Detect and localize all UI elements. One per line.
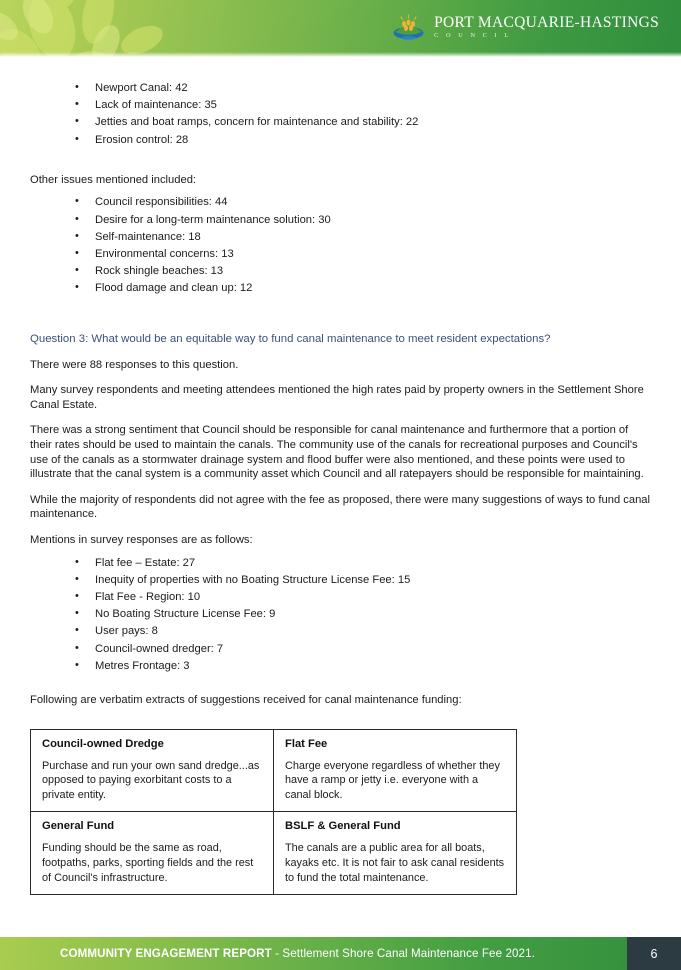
- verbatim-extracts-table: Council-owned Dredge Purchase and run yo…: [30, 728, 517, 896]
- council-crest-icon: [393, 14, 424, 40]
- verbatim-intro: Following are verbatim extracts of sugge…: [30, 693, 462, 706]
- top-bullet-list: Newport Canal: 42 Lack of maintenance: 3…: [30, 79, 651, 149]
- table-row: General Fund Funding should be the same …: [30, 811, 517, 896]
- logo-subtitle: C O U N C I L: [434, 32, 512, 40]
- list-item: Inequity of properties with no Boating S…: [75, 571, 651, 589]
- cell-body: Funding should be the same as road, foot…: [42, 842, 254, 884]
- page-number: 6: [627, 937, 681, 970]
- table-row: Council-owned Dredge Purchase and run yo…: [30, 728, 517, 813]
- other-issues-bullet-list: Council responsibilities: 44 Desire for …: [30, 193, 651, 297]
- cell-title: BSLF & General Fund: [285, 820, 401, 833]
- mentions-bullet-list: Flat fee – Estate: 27 Inequity of proper…: [30, 554, 651, 675]
- paragraph-responses-count: There were 88 responses to this question…: [30, 358, 239, 371]
- table-cell: Council-owned Dredge Purchase and run yo…: [30, 728, 274, 813]
- cell-body: Purchase and run your own sand dredge...…: [42, 759, 260, 801]
- page-footer: COMMUNITY ENGAGEMENT REPORT - Settlement…: [0, 937, 681, 970]
- cell-body: The canals are a public area for all boa…: [285, 842, 505, 884]
- list-item: Council-owned dredger: 7: [75, 640, 651, 658]
- list-item: Flood damage and clean up: 12: [75, 279, 651, 297]
- cell-body: Charge everyone regardless of whether th…: [285, 759, 500, 801]
- cell-title: Council-owned Dredge: [42, 737, 164, 750]
- footer-title: COMMUNITY ENGAGEMENT REPORT - Settlement…: [60, 947, 535, 960]
- list-item: Rock shingle beaches: 13: [75, 262, 651, 280]
- list-item: Desire for a long-term maintenance solut…: [75, 211, 651, 229]
- footer-title-bold: COMMUNITY ENGAGEMENT REPORT: [60, 947, 272, 960]
- footer-banner: COMMUNITY ENGAGEMENT REPORT - Settlement…: [0, 937, 627, 970]
- list-item: Lack of maintenance: 35: [75, 96, 651, 114]
- list-item: Council responsibilities: 44: [75, 193, 651, 211]
- table-cell: BSLF & General Fund The canals are a pub…: [273, 811, 517, 896]
- list-item: Erosion control: 28: [75, 131, 651, 149]
- list-item: Flat fee – Estate: 27: [75, 554, 651, 572]
- paragraph-strong-sentiment: There was a strong sentiment that Counci…: [30, 424, 644, 481]
- other-issues-intro: Other issues mentioned included:: [30, 173, 197, 186]
- page-header: PORT MACQUARIE-HASTINGS C O U N C I L: [0, 0, 681, 57]
- paragraph-majority-disagree: While the majority of respondents did no…: [30, 493, 651, 521]
- council-logo: PORT MACQUARIE-HASTINGS C O U N C I L: [392, 13, 659, 41]
- logo-title: PORT MACQUARIE-HASTINGS: [434, 13, 659, 31]
- list-item: Jetties and boat ramps, concern for main…: [75, 113, 651, 131]
- list-item: Environmental concerns: 13: [75, 245, 651, 263]
- question-heading: Question 3: What would be an equitable w…: [30, 332, 551, 345]
- footer-title-rest: - Settlement Shore Canal Maintenance Fee…: [271, 947, 535, 960]
- table-cell: Flat Fee Charge everyone regardless of w…: [273, 728, 517, 813]
- cell-title: General Fund: [42, 820, 115, 833]
- table-cell: General Fund Funding should be the same …: [30, 811, 274, 896]
- list-item: User pays: 8: [75, 622, 651, 640]
- list-item: No Boating Structure License Fee: 9: [75, 605, 651, 623]
- list-item: Flat Fee - Region: 10: [75, 588, 651, 606]
- list-item: Metres Frontage: 3: [75, 657, 651, 675]
- paragraph-high-rates: Many survey respondents and meeting atte…: [30, 384, 644, 411]
- decorative-petals-icon: [0, 0, 163, 57]
- cell-title: Flat Fee: [285, 737, 328, 750]
- list-item: Newport Canal: 42: [75, 79, 651, 97]
- mentions-intro: Mentions in survey responses are as foll…: [30, 533, 253, 546]
- page-content: Newport Canal: 42 Lack of maintenance: 3…: [0, 57, 681, 896]
- list-item: Self-maintenance: 18: [75, 228, 651, 246]
